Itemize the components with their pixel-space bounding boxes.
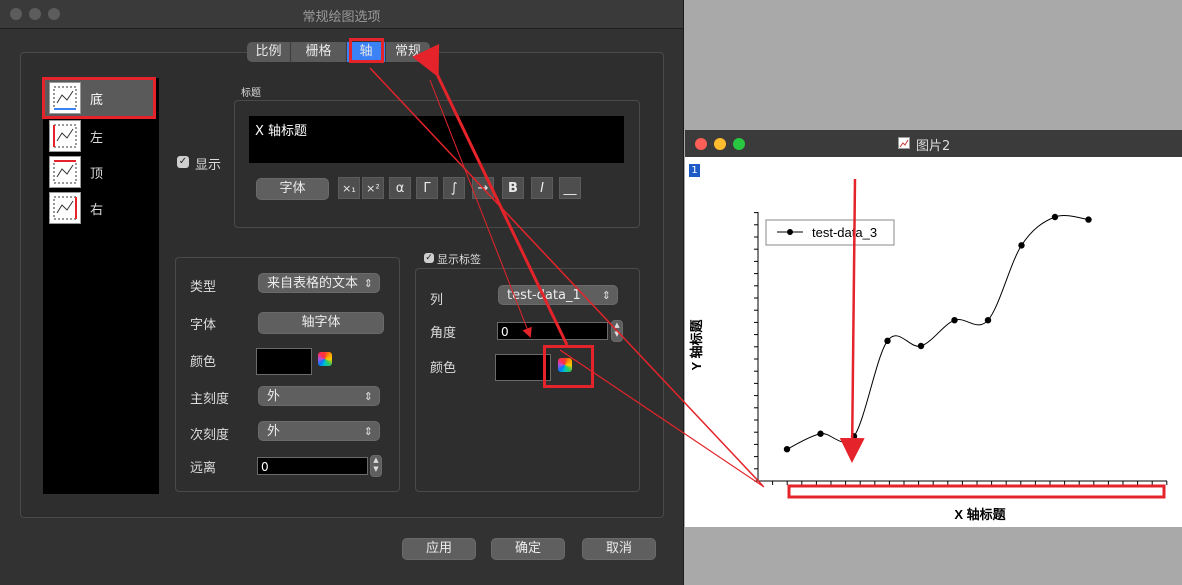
arrow-button[interactable]: → bbox=[472, 177, 494, 199]
plot-options-dialog: 常规绘图选项 比例 栅格 轴 常规 底 左 顶 右 ✓ 显示 标题 X 轴标题 … bbox=[0, 0, 684, 585]
distance-stepper[interactable]: ▲ ▼ bbox=[370, 455, 382, 477]
underline-button[interactable]: __ bbox=[559, 177, 581, 199]
left-axis-icon bbox=[49, 120, 81, 152]
type-label: 类型 bbox=[190, 280, 217, 295]
distance-label: 远离 bbox=[190, 461, 217, 476]
axis-item-label: 顶 bbox=[90, 167, 104, 182]
axis-item-right[interactable]: 右 bbox=[43, 190, 153, 226]
y-axis-title: Y 轴标题 bbox=[689, 318, 704, 370]
axis-item-left[interactable]: 左 bbox=[43, 118, 153, 154]
cancel-button[interactable]: 取消 bbox=[582, 538, 656, 560]
label-color-label: 颜色 bbox=[430, 361, 457, 376]
legend-label: test-data_3 bbox=[812, 225, 877, 240]
alpha-button[interactable]: α bbox=[389, 177, 411, 199]
tab-grid[interactable]: 栅格 bbox=[291, 42, 347, 62]
highlight-tab-axis bbox=[349, 38, 384, 63]
data-point bbox=[917, 342, 925, 350]
type-select-value: 来自表格的文本 bbox=[267, 276, 359, 291]
angle-input[interactable]: 0 bbox=[497, 322, 608, 340]
tab-general[interactable]: 常规 bbox=[386, 42, 430, 62]
data-point bbox=[884, 337, 891, 345]
column-label: 列 bbox=[430, 293, 444, 308]
plot-chart: test-data_3 X 轴标题 Y 轴标题 bbox=[689, 212, 1168, 522]
highlight-label-color bbox=[543, 345, 594, 388]
chevron-updown-icon: ⇕ bbox=[363, 390, 373, 403]
major-ticks-value: 外 bbox=[267, 389, 281, 404]
color-wheel-icon[interactable] bbox=[318, 352, 332, 366]
series-line bbox=[786, 215, 1089, 450]
close-button[interactable] bbox=[695, 138, 707, 150]
right-axis-icon bbox=[49, 192, 81, 224]
data-point bbox=[850, 433, 858, 440]
axis-color-swatch[interactable] bbox=[256, 348, 312, 375]
color-label: 颜色 bbox=[190, 355, 217, 370]
dialog-titlebar: 常规绘图选项 bbox=[0, 0, 683, 29]
minor-ticks-select[interactable]: 外 ⇕ bbox=[258, 421, 380, 441]
show-labels-label: 显示标签 bbox=[437, 253, 481, 266]
superscript-button[interactable]: ×² bbox=[362, 177, 384, 199]
data-point bbox=[951, 317, 958, 324]
zoom-button[interactable] bbox=[733, 138, 745, 150]
apply-button[interactable]: 应用 bbox=[402, 538, 476, 560]
italic-button[interactable]: I bbox=[531, 177, 553, 199]
show-checkbox-label: 显示 bbox=[195, 158, 222, 173]
chevron-updown-icon: ⇕ bbox=[363, 277, 373, 290]
chevron-updown-icon: ⇕ bbox=[601, 289, 611, 302]
angle-stepper[interactable]: ▲ ▼ bbox=[611, 320, 623, 342]
data-point bbox=[1051, 213, 1059, 221]
dialog-title: 常规绘图选项 bbox=[302, 10, 381, 25]
type-select[interactable]: 来自表格的文本 ⇕ bbox=[258, 273, 380, 293]
data-point bbox=[817, 430, 824, 437]
legend-marker bbox=[787, 229, 793, 235]
axis-list: 底 左 顶 右 bbox=[43, 78, 159, 494]
data-point bbox=[1018, 242, 1025, 249]
plot-window: 图片2 1 test-data_3 X 轴标题 Y 轴标题 bbox=[685, 130, 1182, 527]
minor-ticks-label: 次刻度 bbox=[190, 428, 230, 443]
integral-button[interactable]: ∫ bbox=[443, 177, 465, 199]
axis-item-label: 右 bbox=[90, 203, 104, 218]
axis-font-button[interactable]: 轴字体 bbox=[258, 312, 384, 334]
data-point bbox=[984, 317, 992, 324]
top-axis-icon bbox=[49, 156, 81, 188]
tab-scale[interactable]: 比例 bbox=[247, 42, 291, 62]
show-checkbox[interactable]: ✓ bbox=[177, 156, 189, 168]
column-select[interactable]: test-data_1 ⇕ bbox=[498, 285, 618, 305]
column-select-value: test-data_1 bbox=[507, 288, 581, 303]
axis-title-input[interactable]: X 轴标题 bbox=[249, 116, 624, 163]
data-point bbox=[783, 446, 791, 453]
graph-icon bbox=[898, 137, 910, 149]
minimize-button[interactable] bbox=[714, 138, 726, 150]
plot-window-titlebar: 图片2 bbox=[685, 130, 1182, 157]
axis-item-label: 左 bbox=[90, 131, 104, 146]
font-label: 字体 bbox=[190, 318, 217, 333]
minor-ticks-value: 外 bbox=[267, 424, 281, 439]
highlight-x-axis-labels bbox=[787, 484, 1166, 499]
x-axis-title: X 轴标题 bbox=[954, 507, 1006, 522]
axis-item-top[interactable]: 顶 bbox=[43, 154, 153, 190]
show-labels-checkbox[interactable]: ✓ bbox=[424, 253, 434, 263]
gamma-button[interactable]: Γ bbox=[416, 177, 438, 199]
data-point bbox=[1085, 216, 1092, 223]
distance-input[interactable]: 0 bbox=[257, 457, 368, 475]
highlight-axis-bottom bbox=[42, 77, 156, 119]
angle-label: 角度 bbox=[430, 326, 457, 341]
major-ticks-label: 主刻度 bbox=[190, 392, 230, 407]
major-ticks-select[interactable]: 外 ⇕ bbox=[258, 386, 380, 406]
subscript-button[interactable]: ×₁ bbox=[338, 177, 360, 199]
plot-window-title: 图片2 bbox=[916, 139, 951, 154]
chevron-updown-icon: ⇕ bbox=[363, 425, 373, 438]
bold-button[interactable]: B bbox=[502, 177, 524, 199]
title-group-label: 标题 bbox=[241, 88, 261, 99]
title-font-button[interactable]: 字体 bbox=[256, 178, 329, 200]
ok-button[interactable]: 确定 bbox=[491, 538, 565, 560]
